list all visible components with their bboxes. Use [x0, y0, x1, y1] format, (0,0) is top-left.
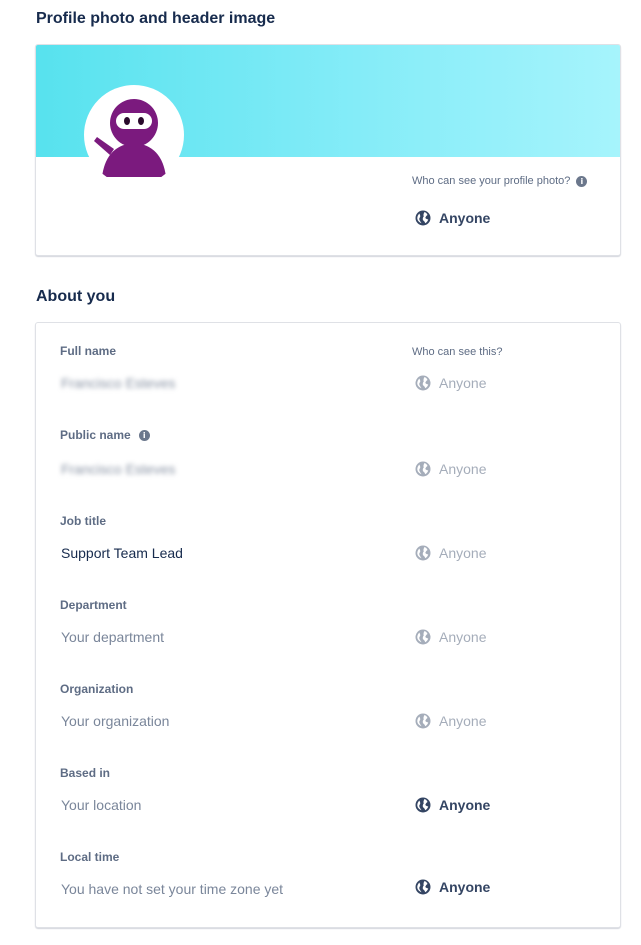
- public-name-field[interactable]: Francisco Esteves: [61, 461, 175, 477]
- visibility-value: Anyone: [439, 375, 487, 391]
- about-you-section-title: About you: [36, 288, 116, 305]
- local-time-label: Local time: [60, 850, 120, 864]
- profile-photo-section-title: Profile photo and header image: [36, 10, 276, 27]
- full-name-visibility[interactable]: Anyone: [414, 374, 486, 392]
- globe-icon: [415, 545, 431, 561]
- job-title-visibility[interactable]: Anyone: [414, 544, 486, 562]
- ninja-avatar-icon: [94, 99, 166, 177]
- full-name-field[interactable]: Francisco Esteves: [61, 375, 175, 391]
- organization-label: Organization: [60, 682, 134, 696]
- visibility-value: Anyone: [439, 629, 487, 645]
- globe-icon: [415, 461, 431, 477]
- info-icon[interactable]: i: [138, 429, 150, 441]
- avatar[interactable]: [84, 85, 184, 185]
- based-in-visibility[interactable]: Anyone: [414, 796, 490, 814]
- organization-visibility[interactable]: Anyone: [414, 712, 486, 730]
- globe-icon: [415, 879, 431, 895]
- globe-icon: [415, 797, 431, 813]
- public-name-visibility[interactable]: Anyone: [414, 460, 486, 478]
- job-title-label: Job title: [60, 514, 107, 528]
- full-name-label: Full name: [60, 344, 117, 358]
- department-label: Department: [60, 598, 127, 612]
- department-field[interactable]: Your department: [61, 629, 164, 645]
- visibility-value: Anyone: [439, 545, 487, 561]
- globe-icon: [415, 629, 431, 645]
- based-in-label: Based in: [60, 766, 111, 780]
- globe-icon: [415, 375, 431, 391]
- visibility-value: Anyone: [439, 461, 487, 477]
- about-you-card: Who can see this? Full name Francisco Es…: [35, 322, 621, 928]
- profile-photo-visibility-dropdown[interactable]: Anyone: [414, 209, 490, 227]
- profile-photo-card: Who can see your profile photo? i Anyone: [35, 44, 621, 256]
- department-visibility[interactable]: Anyone: [414, 628, 486, 646]
- visibility-value: Anyone: [439, 879, 491, 895]
- profile-photo-visibility-label: Who can see your profile photo? i: [412, 175, 588, 187]
- time-zone-field[interactable]: You have not set your time zone yet: [61, 881, 283, 897]
- organization-field[interactable]: Your organization: [61, 713, 169, 729]
- visibility-value: Anyone: [439, 797, 491, 813]
- public-name-label-text: Public name: [60, 428, 131, 442]
- visibility-value: Anyone: [439, 713, 487, 729]
- profile-photo-visibility-text: Who can see your profile photo?: [412, 175, 571, 187]
- visibility-value: Anyone: [439, 210, 491, 226]
- who-can-see-label: Who can see this?: [412, 346, 503, 358]
- job-title-field[interactable]: Support Team Lead: [61, 545, 183, 561]
- local-time-visibility[interactable]: Anyone: [414, 878, 490, 896]
- public-name-label: Public name i: [60, 428, 150, 442]
- globe-icon: [415, 713, 431, 729]
- location-field[interactable]: Your location: [61, 797, 141, 813]
- info-icon[interactable]: i: [576, 175, 588, 187]
- globe-icon: [415, 210, 431, 226]
